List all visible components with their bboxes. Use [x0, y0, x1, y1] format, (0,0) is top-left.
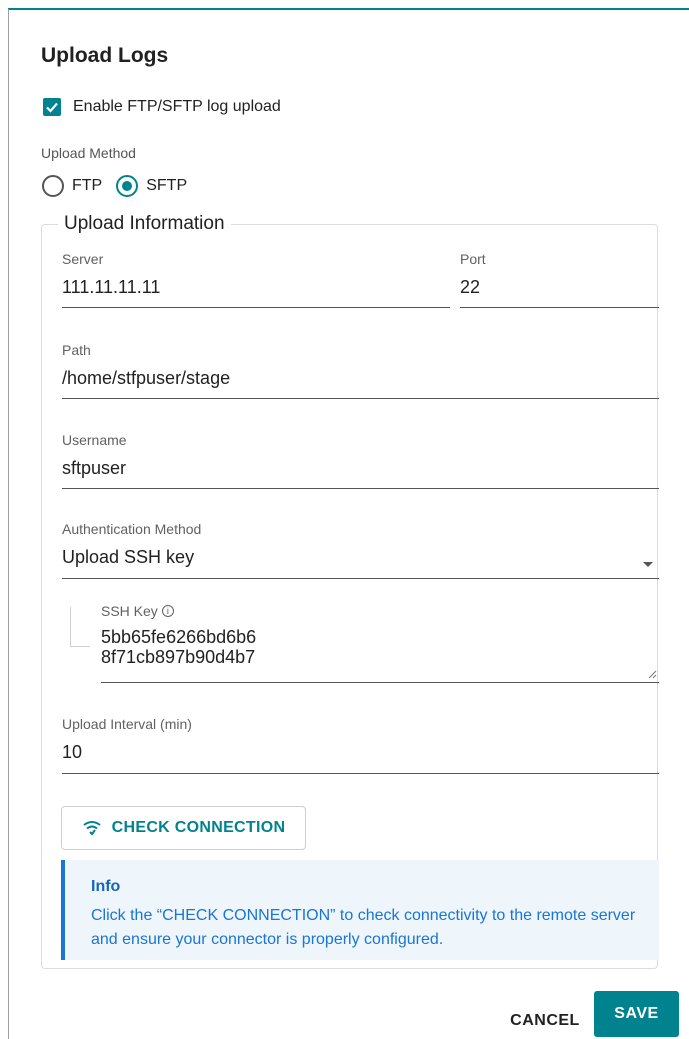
check-connection-label: CHECK CONNECTION [111, 819, 286, 836]
ssh-key-label-row: SSH Key i [101, 603, 659, 619]
upload-logs-dialog: Upload Logs Enable FTP/SFTP log upload U… [8, 8, 689, 1039]
info-icon[interactable]: i [161, 605, 174, 617]
info-title: Info [91, 878, 121, 895]
path-label: Path [62, 342, 91, 358]
username-field[interactable]: Username sftpuser [62, 432, 659, 489]
cancel-button[interactable]: CANCEL [505, 998, 585, 1039]
radio-ftp[interactable] [42, 175, 64, 197]
info-text: Click the “CHECK CONNECTION” to check co… [91, 907, 636, 948]
ssh-key-indent-bracket [70, 607, 90, 647]
check-connection-button[interactable]: CHECK CONNECTION [61, 806, 306, 850]
ssh-key-label: SSH Key [101, 603, 158, 619]
radio-sftp[interactable] [116, 175, 139, 197]
upload-interval-input[interactable]: 10 [62, 742, 659, 763]
upload-information-legend: Upload Information [64, 213, 225, 234]
enable-upload-row[interactable]: Enable FTP/SFTP log upload [43, 98, 281, 116]
enable-upload-checkbox[interactable] [43, 98, 61, 116]
server-input[interactable]: 111.11.11.11 [62, 277, 450, 298]
path-field[interactable]: Path /home/stfpuser/stage [62, 342, 659, 399]
upload-interval-field[interactable]: Upload Interval (min) 10 [62, 716, 659, 774]
radio-sftp-label: SFTP [146, 177, 188, 194]
server-label: Server [62, 251, 104, 267]
auth-method-value[interactable]: Upload SSH key [62, 547, 659, 568]
info-callout: Info Click the “CHECK CONNECTION” to che… [61, 860, 659, 960]
port-field[interactable]: Port 22 [460, 251, 659, 308]
check-icon [46, 102, 58, 113]
path-input[interactable]: /home/stfpuser/stage [62, 368, 659, 389]
username-input[interactable]: sftpuser [62, 458, 659, 479]
auth-method-label: Authentication Method [62, 521, 202, 537]
save-button[interactable]: SAVE [594, 991, 679, 1037]
username-label: Username [62, 432, 127, 448]
ssh-key-line-1: 5bb65fe6266bd6b6 [101, 627, 257, 647]
server-field[interactable]: Server 111.11.11.11 [62, 251, 450, 308]
wifi-check-icon [82, 820, 102, 836]
upload-method-label: Upload Method [41, 145, 136, 161]
upload-information-group: Upload Information [41, 213, 658, 969]
ssh-key-line-2: 8f71cb897b90d4b7 [101, 647, 256, 667]
enable-upload-label: Enable FTP/SFTP log upload [73, 98, 281, 115]
auth-method-select[interactable]: Authentication Method Upload SSH key [62, 521, 659, 579]
upload-interval-label: Upload Interval (min) [62, 716, 192, 732]
ssh-key-field[interactable]: SSH Key i 5bb65fe6266bd6b6 8f71cb897b90d… [101, 603, 659, 683]
dialog-title: Upload Logs [41, 44, 169, 67]
dropdown-arrow-icon[interactable] [643, 562, 653, 567]
ssh-key-textarea[interactable]: 5bb65fe6266bd6b6 8f71cb897b90d4b7 [101, 627, 659, 667]
port-input[interactable]: 22 [460, 277, 659, 298]
port-label: Port [460, 251, 486, 267]
resize-handle-icon[interactable] [648, 670, 657, 679]
upload-method-radio-group: FTP SFTP [42, 175, 201, 197]
radio-ftp-label: FTP [72, 177, 103, 194]
